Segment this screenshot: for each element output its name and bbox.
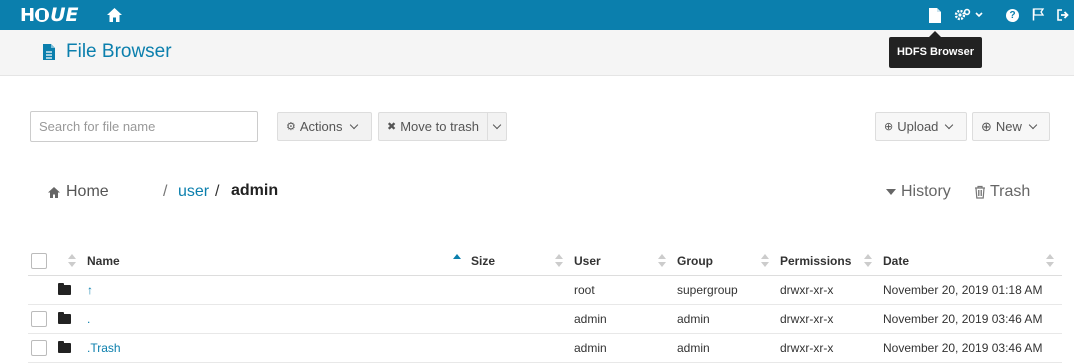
chevron-down-icon [492, 120, 502, 129]
cog-icon: ⚙ [286, 121, 296, 133]
sort-ascending-icon[interactable] [453, 254, 461, 268]
row-checkbox[interactable] [31, 340, 47, 356]
history-button[interactable]: History [886, 183, 951, 201]
row-checkbox[interactable] [31, 311, 47, 327]
file-name-link[interactable]: .Trash [87, 334, 121, 362]
hdfs-browser-tooltip: HDFS Browser [889, 31, 982, 68]
folder-icon [58, 276, 71, 304]
file-name-link[interactable]: . [87, 305, 90, 333]
file-permissions: drwxr-xr-x [780, 312, 834, 326]
file-user: admin [574, 341, 607, 355]
hue-logo[interactable]: H UE [20, 4, 79, 26]
breadcrumb-home-label: Home [66, 183, 109, 200]
close-icon: ✖ [387, 121, 397, 133]
sort-icon[interactable] [658, 254, 666, 268]
sort-icon[interactable] [68, 254, 76, 268]
flag-icon[interactable] [1032, 8, 1045, 21]
trash-icon [975, 185, 985, 199]
table-row[interactable]: ↑ root supergroup drwxr-xr-x November 20… [28, 276, 1062, 305]
move-to-trash-button[interactable]: ✖ Move to trash [378, 112, 488, 141]
file-date: November 20, 2019 03:46 AM [883, 341, 1043, 355]
file-user: root [574, 283, 595, 297]
new-button[interactable]: ⊕ New [972, 112, 1050, 141]
jobs-cogs-icon[interactable] [954, 8, 984, 22]
folder-icon [58, 334, 71, 362]
sort-icon[interactable] [1046, 254, 1054, 268]
column-header-permissions[interactable]: Permissions [780, 246, 851, 275]
home-icon[interactable] [106, 7, 123, 23]
chevron-down-icon [945, 120, 954, 129]
logo-mark [35, 8, 50, 22]
sort-icon[interactable] [555, 254, 563, 268]
move-to-trash-dropdown-toggle[interactable] [487, 112, 507, 141]
table-header: Name Size User Group Permissions Date [28, 246, 1062, 276]
trash-button[interactable]: Trash [974, 183, 1030, 201]
sort-icon[interactable] [864, 254, 872, 268]
help-icon[interactable]: ? [1006, 9, 1019, 22]
select-all-checkbox-cell [31, 246, 47, 275]
plus-circle-icon: ⊕ [981, 118, 992, 134]
actions-button[interactable]: ⚙ Actions [277, 112, 372, 141]
column-header-user[interactable]: User [574, 246, 601, 275]
column-header-group[interactable]: Group [677, 246, 713, 275]
top-navbar: H UE ? [0, 0, 1074, 30]
home-icon [48, 186, 60, 198]
actions-label: Actions [299, 119, 343, 134]
file-permissions: drwxr-xr-x [780, 341, 834, 355]
file-group: admin [677, 312, 710, 326]
breadcrumb-separator: / [215, 183, 220, 200]
file-group: admin [677, 341, 710, 355]
file-user: admin [574, 312, 607, 326]
breadcrumb-separator: / [163, 183, 168, 200]
file-date: November 20, 2019 01:18 AM [883, 283, 1043, 297]
upload-button[interactable]: ⊕ Upload [875, 112, 967, 141]
breadcrumb-home[interactable]: Home [47, 183, 109, 201]
file-date: November 20, 2019 03:46 AM [883, 312, 1043, 326]
folder-icon [58, 305, 71, 333]
file-permissions: drwxr-xr-x [780, 283, 834, 297]
page-title: File Browser [66, 41, 172, 62]
caret-down-icon [886, 189, 896, 195]
search-input[interactable] [30, 111, 258, 142]
sort-icon[interactable] [761, 254, 769, 268]
chevron-down-icon [1028, 120, 1038, 129]
chevron-down-icon [349, 120, 358, 129]
select-all-checkbox[interactable] [31, 252, 47, 269]
row-checkbox-cell [31, 334, 47, 362]
history-label: History [901, 183, 951, 200]
column-header-date[interactable]: Date [883, 246, 909, 275]
file-group: supergroup [677, 283, 738, 297]
hdfs-browser-file-icon[interactable] [928, 7, 942, 24]
logo-h-letter: H [20, 4, 35, 26]
breadcrumb-segment-admin[interactable]: admin [231, 182, 278, 200]
breadcrumb-segment-user[interactable]: user [178, 183, 209, 201]
move-to-trash-label: Move to trash [400, 119, 479, 134]
table-row[interactable]: .Trash admin admin drwxr-xr-x November 2… [28, 334, 1062, 363]
column-header-size[interactable]: Size [471, 246, 495, 275]
trash-label: Trash [990, 183, 1031, 200]
new-label: New [995, 119, 1022, 134]
logout-icon[interactable] [1057, 9, 1069, 21]
file-name-link[interactable]: ↑ [87, 276, 93, 304]
upload-icon: ⊕ [884, 121, 894, 133]
logo-ue-text: UE [50, 4, 79, 26]
row-checkbox-cell [31, 305, 47, 333]
upload-label: Upload [897, 119, 939, 134]
file-browser-icon [43, 44, 55, 60]
table-row[interactable]: . admin admin drwxr-xr-x November 20, 20… [28, 305, 1062, 334]
column-header-name[interactable]: Name [87, 246, 120, 275]
